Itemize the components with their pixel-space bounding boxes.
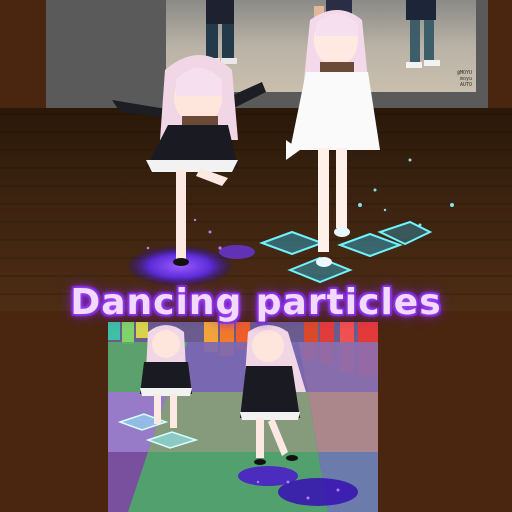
dancer-white-dress [286,10,380,267]
lower-scene-panel [108,322,378,512]
dancer-black-dress [112,55,266,266]
lower-dancers-illustration [108,322,378,512]
video-frame-scene: @MOYU moyu AUTO Dancing particles [0,0,512,512]
video-caption: Dancing particles [70,282,442,323]
